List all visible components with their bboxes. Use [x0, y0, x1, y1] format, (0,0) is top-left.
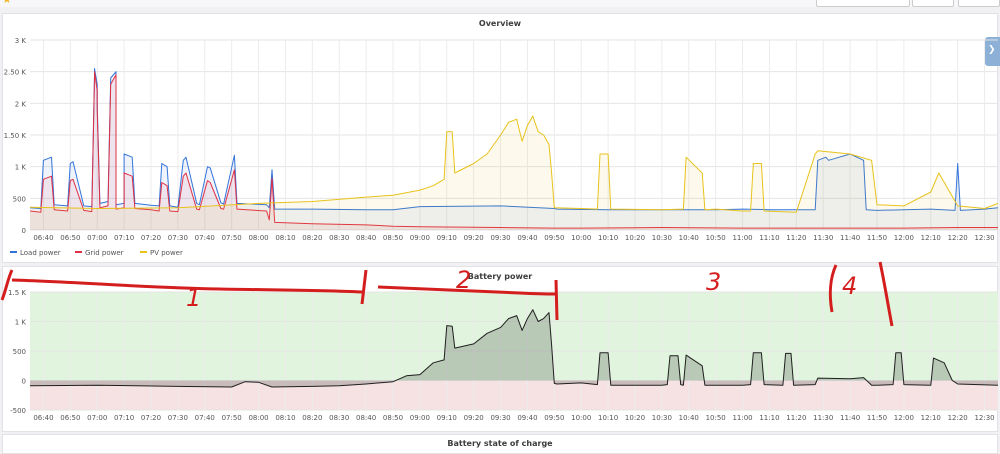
y-tick-label: -500: [10, 407, 26, 415]
x-tick-label: 10:50: [706, 234, 726, 242]
legend-swatch: [10, 251, 17, 253]
x-tick-label: 09:20: [464, 414, 484, 422]
x-tick-label: 11:20: [786, 234, 806, 242]
x-tick-label: 09:40: [517, 414, 537, 422]
x-tick-label: 07:10: [114, 234, 134, 242]
annotation-label: 3: [706, 268, 721, 296]
x-tick-label: 07:50: [222, 234, 242, 242]
charts-svg: 0 500 1 K 1.50 K 2 K 2.50 K 3 K 06:40 06:50 07:00…: [0, 37, 999, 422]
x-tick-label: 12:20: [948, 414, 968, 422]
x-tick-label: 10:10: [598, 234, 618, 242]
x-tick-label: 10:10: [598, 414, 618, 422]
x-tick-label: 11:40: [840, 414, 860, 422]
x-tick-label: 08:00: [248, 234, 268, 242]
x-tick-label: 11:30: [813, 414, 833, 422]
x-tick-label: 08:40: [356, 414, 376, 422]
x-tick-label: 10:50: [706, 414, 726, 422]
x-tick-label: 08:10: [275, 414, 295, 422]
x-tick-label: 08:30: [329, 414, 349, 422]
x-tick-label: 09:00: [410, 414, 430, 422]
x-tick-label: 08:20: [302, 234, 322, 242]
y-tick-label: 2 K: [15, 100, 27, 108]
x-tick-label: 08:20: [302, 414, 322, 422]
x-tick-label: 10:30: [652, 234, 672, 242]
x-tick-label: 07:30: [168, 414, 188, 422]
x-tick-label: 06:50: [60, 234, 80, 242]
x-tick-label: 08:40: [356, 234, 376, 242]
x-tick-label: 11:00: [732, 414, 752, 422]
x-tick-label: 09:30: [490, 414, 510, 422]
x-tick-label: 06:50: [60, 414, 80, 422]
annotation-label: 2: [456, 266, 471, 294]
annotation-label: 4: [842, 272, 857, 300]
y-tick-label: 1.5 K: [8, 289, 26, 297]
x-tick-label: 10:40: [679, 234, 699, 242]
y-tick-label: 1.50 K: [4, 132, 27, 140]
x-tick-label: 07:30: [168, 234, 188, 242]
y-tick-label: 500: [13, 195, 26, 203]
x-tick-label: 12:00: [894, 414, 914, 422]
x-tick-label: 08:50: [383, 414, 403, 422]
x-tick-label: 07:00: [87, 234, 107, 242]
y-tick-label: 500: [13, 348, 26, 356]
x-tick-label: 10:20: [625, 414, 645, 422]
x-tick-label: 10:30: [652, 414, 672, 422]
y-tick-label: 2.50 K: [4, 69, 27, 77]
x-tick-label: 07:50: [222, 414, 242, 422]
x-tick-label: 06:40: [33, 234, 53, 242]
x-tick-label: 09:20: [464, 234, 484, 242]
x-tick-label: 09:00: [410, 234, 430, 242]
x-tick-label: 11:30: [813, 234, 833, 242]
x-tick-label: 12:30: [974, 234, 994, 242]
x-tick-label: 11:50: [867, 414, 887, 422]
x-tick-label: 08:10: [275, 234, 295, 242]
x-tick-label: 10:20: [625, 234, 645, 242]
annotation-label: 1: [186, 284, 201, 312]
x-tick-label: 08:00: [248, 414, 268, 422]
legend-label: Load power: [20, 249, 61, 257]
y-tick-label: 1 K: [15, 164, 27, 172]
x-tick-label: 11:20: [786, 414, 806, 422]
x-tick-label: 12:30: [974, 414, 994, 422]
x-tick-label: 09:30: [490, 234, 510, 242]
y-tick-label: 3 K: [15, 37, 27, 45]
x-tick-label: 11:50: [867, 234, 887, 242]
legend-swatch: [75, 251, 82, 253]
x-tick-label: 07:20: [141, 234, 161, 242]
x-tick-label: 12:20: [948, 234, 968, 242]
x-tick-label: 08:50: [383, 234, 403, 242]
x-tick-label: 09:10: [437, 414, 457, 422]
x-tick-label: 11:40: [840, 234, 860, 242]
series-area: [30, 116, 998, 230]
y-tick-label: 0: [22, 227, 26, 235]
x-tick-label: 12:10: [921, 234, 941, 242]
x-tick-label: 10:00: [571, 234, 591, 242]
x-tick-label: 06:40: [33, 414, 53, 422]
x-tick-label: 08:30: [329, 234, 349, 242]
x-tick-label: 07:20: [141, 414, 161, 422]
legend-label: PV power: [150, 249, 183, 257]
x-tick-label: 09:50: [544, 414, 564, 422]
y-tick-label: 0: [22, 378, 26, 386]
x-tick-label: 10:00: [571, 414, 591, 422]
x-tick-label: 10:40: [679, 414, 699, 422]
annotation-bracket: [554, 279, 559, 321]
x-tick-label: 07:10: [114, 414, 134, 422]
x-tick-label: 11:10: [759, 234, 779, 242]
x-tick-label: 07:40: [195, 234, 215, 242]
x-tick-label: 11:00: [732, 234, 752, 242]
x-tick-label: 12:10: [921, 414, 941, 422]
legend-swatch: [140, 251, 147, 253]
x-tick-label: 07:00: [87, 414, 107, 422]
x-tick-label: 12:00: [894, 234, 914, 242]
x-tick-label: 09:40: [517, 234, 537, 242]
x-tick-label: 11:10: [759, 414, 779, 422]
x-tick-label: 07:40: [195, 414, 215, 422]
x-tick-label: 09:50: [544, 234, 564, 242]
x-tick-label: 09:10: [437, 234, 457, 242]
y-tick-label: 1 K: [15, 319, 27, 327]
legend-label: Grid power: [85, 249, 124, 257]
